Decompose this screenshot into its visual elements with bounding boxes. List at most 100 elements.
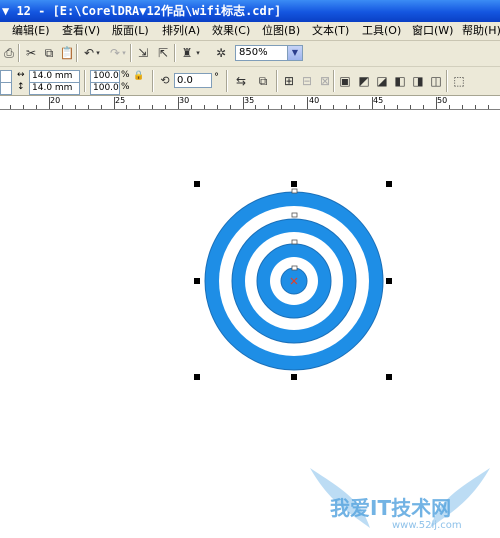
menu-effects[interactable]: 效果(C)	[212, 24, 250, 38]
ruler-tick	[397, 105, 398, 109]
ruler-tick	[75, 105, 76, 109]
weld-icon[interactable]: ▣	[336, 72, 354, 90]
ruler-tick	[268, 105, 269, 109]
ruler-label: 50	[437, 96, 448, 105]
toolbar-separator	[226, 70, 228, 92]
ruler-tick	[217, 105, 218, 109]
percent-x-label: %	[121, 70, 130, 80]
paste-icon[interactable]: 📋	[58, 44, 76, 62]
simplify-icon[interactable]: ◧	[391, 72, 409, 90]
property-bar: ↔ ↕ 14.0 mm 14.0 mm 100.0 100.0 % % 🔒 ⟲ …	[0, 67, 500, 96]
title-bar: ▼ 12 - [E:\CorelDRA▼12作品\wifi标志.cdr]	[0, 0, 500, 22]
toolbar-separator	[333, 70, 335, 92]
ruler-tick	[320, 105, 321, 109]
ruler-label: 45	[373, 96, 384, 105]
toolbar-separator	[130, 44, 132, 62]
node-handle[interactable]	[291, 239, 298, 245]
cut-icon[interactable]: ✂	[22, 44, 40, 62]
corel-window: ▼ 12 - [E:\CorelDRA▼12作品\wifi标志.cdr] 编辑(…	[0, 0, 500, 538]
node-handle[interactable]	[291, 212, 298, 218]
ruler-label: 35	[244, 96, 255, 105]
undo-dropdown-icon[interactable]: ▾	[94, 44, 102, 62]
menu-edit[interactable]: 编辑(E)	[12, 24, 50, 38]
import-icon[interactable]: ⇲	[134, 44, 152, 62]
ruler-tick	[178, 97, 179, 109]
menu-window[interactable]: 窗口(W)	[412, 24, 453, 38]
toolbar-separator	[152, 70, 154, 92]
node-handle[interactable]	[291, 265, 298, 271]
horizontal-ruler[interactable]: 20 25 30 35 40 45 50	[0, 96, 500, 110]
ungroup-all-icon[interactable]: ⊠	[316, 72, 334, 90]
ruler-tick	[384, 105, 385, 109]
ungroup-icon[interactable]: ⊟	[298, 72, 316, 90]
lock-ratio-icon[interactable]: 🔒	[133, 70, 145, 82]
ruler-tick	[49, 97, 50, 109]
back-minus-front-icon[interactable]: ◫	[427, 72, 445, 90]
selection-handle-top-left[interactable]	[194, 181, 200, 187]
redo-dropdown-icon[interactable]: ▾	[120, 44, 128, 62]
rotation-angle-field[interactable]: 0.0	[174, 73, 212, 88]
menu-view[interactable]: 查看(V)	[62, 24, 100, 38]
ruler-tick	[436, 97, 437, 109]
ruler-tick	[359, 105, 360, 109]
menu-text[interactable]: 文本(T)	[312, 24, 349, 38]
ruler-label: 20	[50, 96, 61, 105]
menu-bar: 编辑(E) 查看(V) 版面(L) 排列(A) 效果(C) 位图(B) 文本(T…	[0, 22, 500, 41]
corel-online-icon[interactable]: ✲	[212, 44, 230, 62]
ruler-tick	[139, 105, 140, 109]
degree-label: °	[214, 72, 219, 83]
zoom-value: 850%	[239, 47, 268, 58]
ruler-tick	[191, 105, 192, 109]
selection-handle-bottom[interactable]	[291, 374, 297, 380]
selection-handle-bottom-left[interactable]	[194, 374, 200, 380]
height-icon: ↕	[17, 82, 25, 92]
scale-y-field[interactable]: 100.0	[90, 82, 120, 95]
ruler-tick	[101, 105, 102, 109]
toolbar-separator	[84, 70, 86, 92]
zoom-select[interactable]: 850% ▼	[235, 45, 303, 61]
export-icon[interactable]: ⇱	[154, 44, 172, 62]
front-minus-back-icon[interactable]: ◨	[409, 72, 427, 90]
node-handle[interactable]	[291, 188, 298, 194]
ruler-label: 25	[115, 96, 126, 105]
menu-arrange[interactable]: 排列(A)	[162, 24, 200, 38]
create-boundary-icon[interactable]: ⬚	[450, 72, 468, 90]
menu-help[interactable]: 帮助(H)	[462, 24, 500, 38]
menu-layout[interactable]: 版面(L)	[112, 24, 149, 38]
selection-handle-right[interactable]	[386, 278, 392, 284]
ruler-tick	[126, 105, 127, 109]
ruler-tick	[114, 97, 115, 109]
object-height-field[interactable]: 14.0 mm	[29, 82, 80, 95]
mirror-vertical-icon[interactable]: ⧉	[254, 72, 272, 90]
ruler-tick	[36, 105, 37, 109]
menu-tools[interactable]: 工具(O)	[362, 24, 401, 38]
selection-handle-left[interactable]	[194, 278, 200, 284]
toolbar-separator	[18, 44, 20, 62]
ruler-tick	[62, 105, 63, 109]
watermark-text: 我爱IT技术网	[330, 496, 452, 520]
ruler-tick	[294, 105, 295, 109]
chevron-down-icon[interactable]: ▼	[287, 46, 302, 60]
print-icon[interactable]: ⎙	[0, 44, 18, 62]
ruler-tick	[410, 105, 411, 109]
standard-toolbar: ⎙ ✂ ⧉ 📋 ↶ ▾ ↷ ▾ ⇲ ⇱ ♜ ▾ ✲ 850% ▼	[0, 41, 500, 67]
ruler-tick	[333, 105, 334, 109]
selection-handle-bottom-right[interactable]	[386, 374, 392, 380]
launcher-dropdown-icon[interactable]: ▾	[194, 44, 202, 62]
width-icon: ↔	[17, 70, 25, 80]
ruler-tick	[255, 105, 256, 109]
selection-handle-top-right[interactable]	[386, 181, 392, 187]
ruler-tick	[346, 105, 347, 109]
ruler-tick	[23, 105, 24, 109]
mirror-horizontal-icon[interactable]: ⇆	[232, 72, 250, 90]
y-position-field[interactable]	[0, 82, 12, 95]
ruler-tick	[88, 105, 89, 109]
menu-bitmaps[interactable]: 位图(B)	[262, 24, 300, 38]
watermark-url: www.52ij.com	[392, 520, 462, 531]
copy-icon[interactable]: ⧉	[40, 44, 58, 62]
group-icon[interactable]: ⊞	[280, 72, 298, 90]
intersect-icon[interactable]: ◪	[373, 72, 391, 90]
selection-handle-top[interactable]	[291, 181, 297, 187]
trim-icon[interactable]: ◩	[355, 72, 373, 90]
window-title: ▼ 12 - [E:\CorelDRA▼12作品\wifi标志.cdr]	[2, 4, 282, 18]
